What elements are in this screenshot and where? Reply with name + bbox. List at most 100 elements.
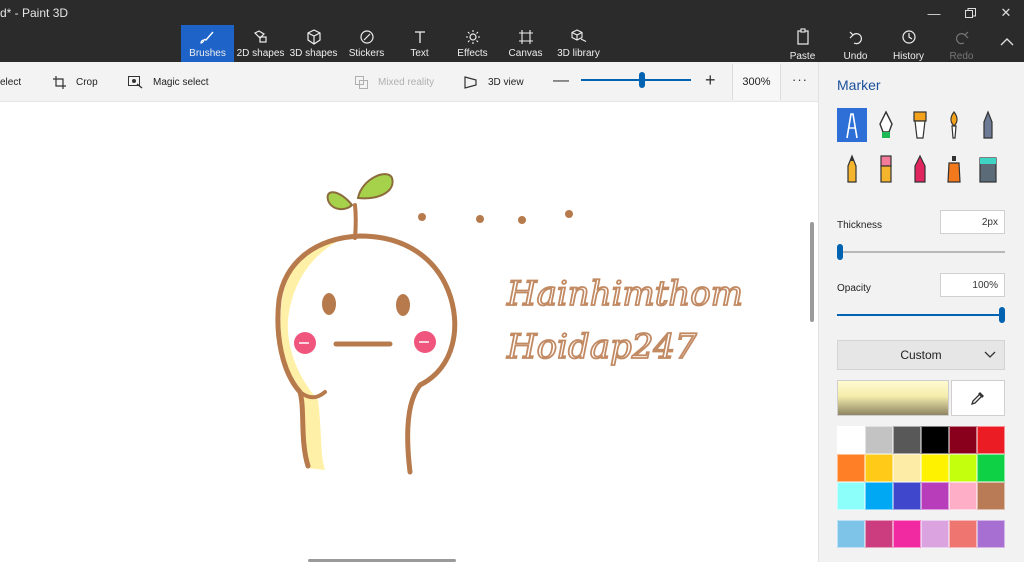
brush-pencil[interactable] — [837, 152, 867, 186]
thickness-slider-thumb[interactable] — [837, 244, 844, 260]
zoom-slider-thumb[interactable] — [638, 72, 645, 88]
color-palette — [837, 426, 1005, 510]
brush-calligraphy-pen[interactable] — [871, 108, 901, 142]
mixed-reality-label: Mixed reality — [378, 76, 435, 88]
collapse-ribbon-button[interactable] — [1000, 34, 1014, 52]
color-swatch[interactable] — [837, 482, 865, 510]
3d-view-button[interactable]: 3D view — [464, 62, 524, 102]
paste-button[interactable]: Paste — [776, 25, 829, 62]
tab-effects[interactable]: Effects — [446, 25, 499, 62]
brush-pixel-pen[interactable] — [973, 108, 1003, 142]
tab-canvas[interactable]: Canvas — [499, 25, 552, 62]
zoom-out-button[interactable]: — — [553, 72, 569, 90]
color-swatch[interactable] — [977, 520, 1005, 548]
tab-3d-library[interactable]: 3D library — [552, 25, 605, 62]
opacity-input[interactable]: 100% — [940, 273, 1005, 297]
brush-crayon[interactable] — [905, 152, 935, 186]
color-mode-dropdown[interactable]: Custom — [837, 340, 1005, 370]
tab-text[interactable]: Text — [393, 25, 446, 62]
color-swatch[interactable] — [893, 482, 921, 510]
text-icon — [412, 28, 428, 46]
color-swatch[interactable] — [893, 454, 921, 482]
color-mode-label: Custom — [900, 348, 942, 362]
tab-label: 3D shapes — [289, 48, 338, 59]
color-swatch[interactable] — [865, 426, 893, 454]
brush-watercolor[interactable] — [939, 108, 969, 142]
magic-select-button[interactable]: Magic select — [128, 62, 209, 102]
3d-library-icon — [570, 28, 587, 46]
color-swatch[interactable] — [837, 426, 865, 454]
history-icon — [901, 28, 917, 49]
window-title: d* - Paint 3D — [0, 6, 69, 20]
color-swatch[interactable] — [921, 454, 949, 482]
tab-label: Brushes — [189, 48, 226, 59]
zoom-slider-track[interactable] — [581, 79, 691, 81]
brush-fill[interactable] — [973, 152, 1003, 186]
zoom-level[interactable]: 300% — [732, 64, 781, 100]
canvas-text-line1: Hainhimthom — [506, 274, 743, 314]
3d-view-label: 3D view — [488, 76, 524, 88]
color-swatch[interactable] — [949, 454, 977, 482]
mixed-reality-icon — [355, 75, 368, 89]
minimize-button[interactable]: — — [916, 0, 952, 26]
undo-button[interactable]: Undo — [829, 25, 882, 62]
thickness-input[interactable]: 2px — [940, 210, 1005, 234]
color-swatch[interactable] — [977, 482, 1005, 510]
minimize-icon: — — [927, 5, 941, 21]
color-swatch[interactable] — [837, 520, 865, 548]
color-swatch[interactable] — [837, 454, 865, 482]
brush-grid — [837, 108, 1007, 186]
3d-shapes-icon — [306, 28, 322, 46]
maximize-button[interactable] — [952, 0, 988, 26]
brush-marker[interactable] — [837, 108, 867, 142]
brush-icon — [199, 28, 216, 46]
zoom-in-button[interactable]: + — [705, 70, 716, 91]
select-button[interactable]: elect — [0, 62, 21, 102]
current-color-swatch[interactable] — [837, 380, 949, 416]
tab-brushes[interactable]: Brushes — [181, 25, 234, 62]
mixed-reality-button[interactable]: Mixed reality — [355, 62, 434, 102]
history-button[interactable]: History — [882, 25, 935, 62]
calligraphy-pen-icon — [879, 110, 893, 138]
chevron-down-icon — [984, 351, 996, 358]
action-label: Redo — [949, 51, 974, 62]
tab-stickers[interactable]: Stickers — [340, 25, 393, 62]
color-swatch[interactable] — [949, 482, 977, 510]
crop-button[interactable]: Crop — [53, 62, 98, 102]
color-swatch[interactable] — [921, 426, 949, 454]
color-swatch[interactable] — [921, 520, 949, 548]
thickness-slider-track[interactable] — [837, 244, 1005, 260]
more-options-button[interactable]: ··· — [792, 72, 808, 87]
tab-2d-shapes[interactable]: 2D shapes — [234, 25, 287, 62]
brush-eraser[interactable] — [871, 152, 901, 186]
redo-button[interactable]: Redo — [935, 25, 988, 62]
color-swatch[interactable] — [921, 482, 949, 510]
brush-spray-can[interactable] — [939, 152, 969, 186]
eraser-icon — [880, 155, 892, 183]
color-swatch[interactable] — [893, 520, 921, 548]
canvas-artwork: Hainhimthom Hoidap247 — [275, 173, 744, 475]
opacity-slider-thumb[interactable] — [999, 307, 1005, 323]
tab-3d-shapes[interactable]: 3D shapes — [287, 25, 340, 62]
dot — [418, 213, 426, 221]
color-swatch[interactable] — [865, 520, 893, 548]
brush-oil[interactable] — [905, 108, 935, 142]
color-swatch[interactable] — [977, 454, 1005, 482]
color-swatch[interactable] — [893, 426, 921, 454]
color-swatch[interactable] — [865, 454, 893, 482]
opacity-slider-track[interactable] — [837, 307, 1005, 323]
ribbon-tools: Brushes 2D shapes 3D shapes Stickers Tex… — [181, 25, 605, 62]
close-button[interactable]: ✕ — [988, 0, 1024, 26]
vertical-scrollbar[interactable] — [810, 222, 814, 322]
color-swatch[interactable] — [977, 426, 1005, 454]
color-swatch[interactable] — [949, 520, 977, 548]
oil-brush-icon — [913, 111, 927, 139]
secondary-toolbar: elect Crop Magic select Mixed reality 3D… — [0, 62, 818, 102]
color-swatch[interactable] — [949, 426, 977, 454]
opacity-label: Opacity — [837, 283, 871, 294]
eyedropper-button[interactable] — [951, 380, 1005, 416]
tab-label: 3D library — [557, 48, 600, 59]
color-swatch[interactable] — [865, 482, 893, 510]
action-label: Undo — [843, 51, 868, 62]
drawing-canvas[interactable]: Hainhimthom Hoidap247 — [0, 102, 818, 562]
